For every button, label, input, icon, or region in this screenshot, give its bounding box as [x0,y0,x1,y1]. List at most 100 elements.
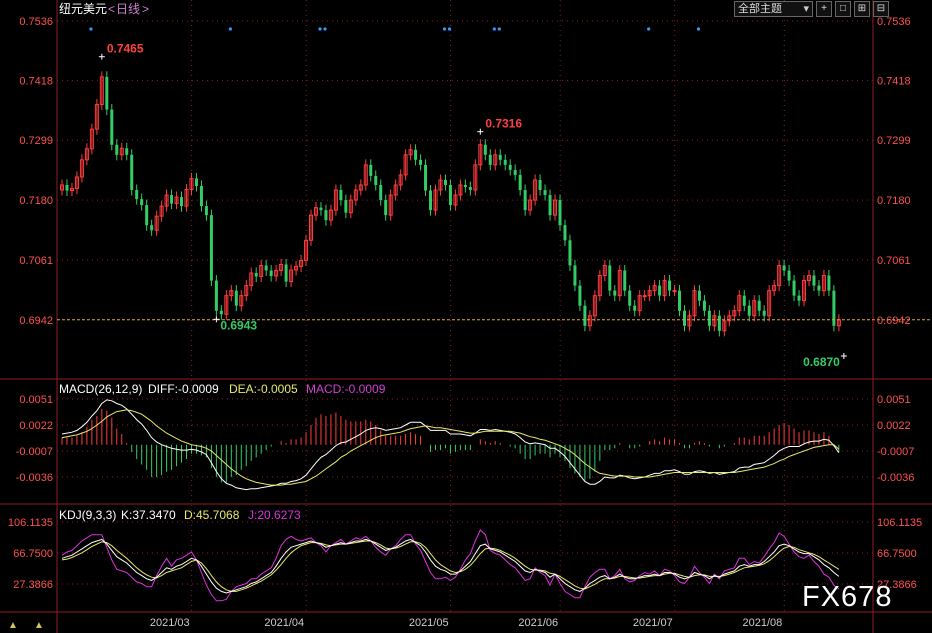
candle-body [424,164,428,191]
candle-body [269,270,273,277]
kdj-k-value: K:37.3470 [121,508,176,522]
price-tick-label: 0.7180 [19,195,53,207]
status-arrow-icon[interactable]: ▲ [34,620,44,632]
candle-body [344,200,348,213]
panel-frames [0,0,932,633]
candle-body [508,164,512,170]
candle-body [683,310,686,326]
date-tick-label: 2021/07 [633,617,673,629]
event-dot [89,27,93,31]
period-close: > [142,2,149,16]
candle-body [742,295,746,306]
candle-body [787,270,791,281]
price-axis-left: 0.7536 0.7418 0.7299 0.7180 0.7061 0.6942 [19,16,53,327]
candle-body [498,154,502,160]
macd-tick-label: -0.0007 [16,446,53,458]
candle-body [633,305,637,311]
candle-body [443,179,447,185]
kdj-label: KDJ(9,3,3) [59,508,116,522]
kdj-tick-label: 27.3866 [13,579,53,591]
event-dot [228,27,232,31]
candle-body [672,290,677,293]
candle-body [563,225,567,241]
candle-body [324,210,328,221]
candle-body [642,295,647,298]
candle-body [827,275,831,291]
price-axis-right: 0.7536 0.7418 0.7299 0.7180 0.7061 0.6942 [877,16,911,327]
candle-body [548,195,552,216]
candle-body [792,280,796,296]
candle-body [199,185,203,207]
candle-body [782,265,786,271]
period-label[interactable]: 日线 [116,2,140,16]
kdj-axis-right: 106.113566.750027.3866 [877,517,922,591]
macd-tick-label: -0.0036 [16,472,53,484]
candle-body [339,190,343,201]
candle-body [448,184,452,206]
zoom-in-icon[interactable]: ⊞ [854,1,870,17]
candle-body [518,174,522,191]
last-price-label: 0.6942 [877,315,911,327]
cursor-icon[interactable]: + [816,1,832,17]
candle-body [219,310,223,315]
candle-body [817,285,821,291]
candle-body [757,300,761,311]
candle-body [234,290,238,306]
price-tick-label: 0.6942 [19,315,53,327]
candle-body [538,179,542,191]
macd-label: MACD(26,12,9) [59,382,142,396]
price-tick-label: 0.7061 [19,255,53,267]
chart-canvas[interactable]: 纽元美元 < 日线 > 0.7536 0.7418 0.7299 0.7180 0.70… [0,0,932,633]
candle-body [543,190,547,196]
price-tick-label: 0.7061 [877,255,911,267]
event-dot-markers [89,27,701,31]
macd-histogram [61,408,840,483]
candle-body [414,149,418,160]
candle-body [65,184,69,191]
kdj-tick-label: 106.1135 [8,517,53,529]
status-arrow-icon[interactable]: ▲ [8,620,18,632]
zoom-out-icon[interactable]: ⊟ [873,1,889,17]
candlestick-series [60,71,841,337]
event-dot [696,27,701,31]
candle-body [145,205,149,226]
square-icon[interactable]: □ [835,1,851,17]
candle-body [702,300,706,311]
candle-body [608,265,612,291]
period-open: < [108,2,115,16]
event-dot [442,27,447,31]
event-dot [647,27,651,31]
macd-tick-label: 0.0022 [19,420,53,432]
price-tick-label: 0.7418 [877,75,911,87]
candle-body [613,290,617,296]
kdj-j-value: J:20.6273 [248,508,301,522]
date-tick-label: 2021/06 [518,617,558,629]
event-dot [492,27,496,31]
candle-body [170,195,174,204]
candle-body [488,154,492,165]
candle-body [583,305,587,326]
candle-body [284,264,288,282]
candle-body [573,265,577,286]
date-tick-label: 2021/04 [264,617,304,629]
macd-dea-value: DEA:-0.0005 [229,382,298,396]
price-tick-label: 0.7536 [877,16,911,28]
candle-body [105,76,109,110]
candle-body [254,273,258,277]
candle-body [110,109,114,145]
candle-body [468,186,472,191]
event-dot [497,27,501,31]
chart-toolbar: 全部主题 ▾ + □ ⊞ ⊟ [734,1,889,17]
theme-select-value: 全部主题 [738,3,782,15]
fx678-watermark: FX678 [802,581,892,613]
theme-select[interactable]: 全部主题 ▾ [734,1,813,17]
price-annotation-label: 0.6870 [803,355,840,369]
kdj-tick-label: 66.7500 [877,548,917,560]
symbol-title: 纽元美元 [59,2,107,16]
candle-body [568,240,572,266]
candle-body [523,190,527,211]
kdj-d-value: D:45.7068 [184,508,240,522]
kdj-axis-left: 106.1135 66.7500 27.3866 [8,517,53,591]
kdj-tick-label: 106.1135 [877,517,922,529]
candle-body [628,290,632,306]
